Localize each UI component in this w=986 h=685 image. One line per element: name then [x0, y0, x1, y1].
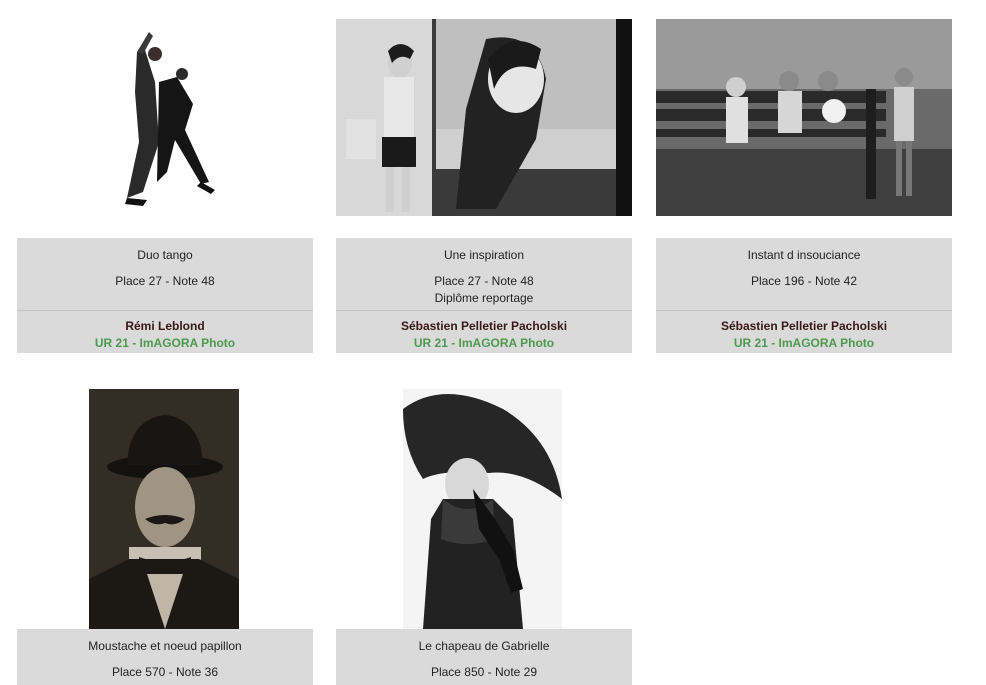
photo-title: Le chapeau de Gabrielle [418, 639, 550, 653]
divider [17, 310, 313, 311]
photo-title: Moustache et noeud papillon [88, 639, 242, 653]
photo-caption: Le chapeau de Gabrielle Place 850 - Note… [336, 629, 632, 685]
club-name[interactable]: UR 21 - ImAGORA Photo [17, 335, 313, 352]
author-name[interactable]: Sébastien Pelletier Pacholski [336, 318, 632, 335]
photo-title: Une inspiration [443, 248, 525, 262]
club-name[interactable]: UR 21 - ImAGORA Photo [656, 335, 952, 352]
photo-thumbnail-chapeau[interactable] [403, 389, 562, 629]
photo-thumbnail-inspiration[interactable] [336, 19, 632, 216]
photo-caption: Instant d insouciance Place 196 - Note 4… [656, 238, 952, 353]
author-name[interactable]: Rémi Leblond [17, 318, 313, 335]
photo-thumbnail-tango[interactable] [97, 22, 247, 208]
placement-score: Place 570 - Note 36 [111, 665, 219, 679]
photo-caption: Duo tango Place 27 - Note 48 Rémi Leblon… [17, 238, 313, 353]
placement-score: Place 27 - Note 48 [434, 274, 534, 288]
photo-thumbnail-insouciance[interactable] [656, 19, 952, 216]
placement-score: Place 850 - Note 29 [430, 665, 538, 679]
photo-caption: Une inspiration Place 27 - Note 48 Diplô… [336, 238, 632, 353]
photo-thumbnail-moustache[interactable] [89, 389, 239, 629]
photo-caption: Moustache et noeud papillon Place 570 - … [17, 629, 313, 685]
placement-score: Place 27 - Note 48 [115, 274, 215, 288]
photo-title: Instant d insouciance [747, 248, 861, 262]
club-name[interactable]: UR 21 - ImAGORA Photo [336, 335, 632, 352]
placement-score: Place 196 - Note 42 [750, 274, 858, 288]
photo-title: Duo tango [137, 248, 193, 262]
award-label: Diplôme reportage [434, 291, 534, 305]
divider [656, 310, 952, 311]
author-name[interactable]: Sébastien Pelletier Pacholski [656, 318, 952, 335]
divider [336, 310, 632, 311]
